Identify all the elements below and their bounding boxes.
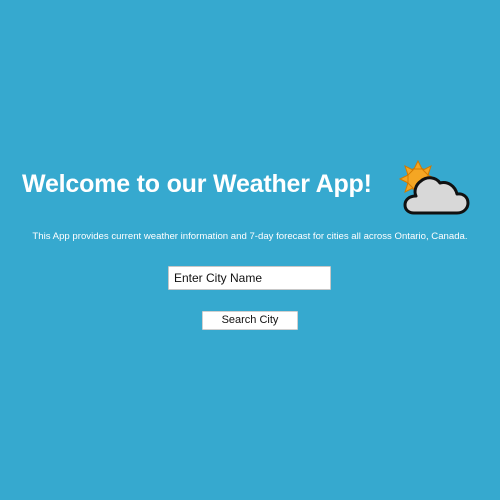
sun-behind-cloud-icon [398, 159, 470, 215]
page-title: Welcome to our Weather App! [22, 170, 372, 198]
search-city-button[interactable]: Search City [202, 311, 298, 330]
app-description: This App provides current weather inform… [32, 231, 468, 242]
city-search-input[interactable] [168, 266, 331, 290]
weather-app-home: Welcome to our Weather App! This App pro… [0, 0, 500, 500]
